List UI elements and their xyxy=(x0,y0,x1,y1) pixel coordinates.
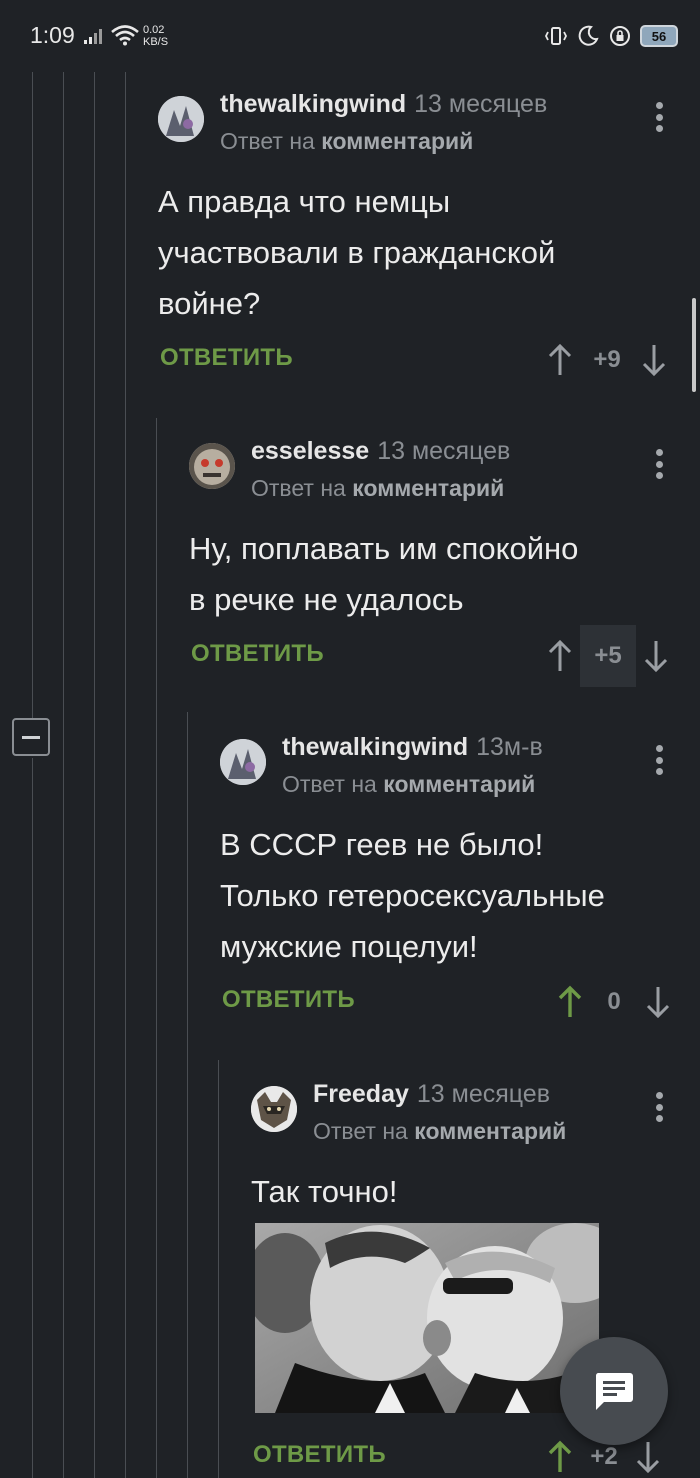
comment-fab-button[interactable] xyxy=(560,1337,668,1445)
comment-author[interactable]: Freeday 13 месяцев xyxy=(313,1080,550,1109)
score: +5 xyxy=(580,625,636,687)
score: +2 xyxy=(590,1443,618,1470)
more-menu-icon[interactable] xyxy=(655,1092,663,1122)
downvote-arrow-icon[interactable] xyxy=(640,342,668,378)
upvote-arrow-icon[interactable] xyxy=(546,638,574,674)
thread-line xyxy=(187,712,188,1478)
avatar[interactable] xyxy=(158,96,204,142)
downvote-arrow-icon[interactable] xyxy=(634,1439,662,1475)
reply-to-link[interactable]: комментарий xyxy=(414,1118,566,1144)
signal-icon xyxy=(84,29,102,44)
reply-to-link[interactable]: комментарий xyxy=(352,475,504,501)
moon-icon xyxy=(578,25,599,46)
author-name[interactable]: thewalkingwind xyxy=(282,733,468,761)
comment-author[interactable]: esselesse 13 месяцев xyxy=(251,437,510,466)
thread-line xyxy=(94,72,95,1478)
score: +9 xyxy=(593,346,621,373)
vote-controls: 0 xyxy=(556,982,672,1022)
more-menu-icon[interactable] xyxy=(655,449,663,479)
more-menu-icon[interactable] xyxy=(655,102,663,132)
status-time: 1:09 xyxy=(30,22,75,48)
reply-to-prefix: Ответ на xyxy=(251,475,346,501)
reply-to: Ответ на комментарий xyxy=(251,475,504,502)
reply-to-link[interactable]: комментарий xyxy=(321,128,473,154)
comment-line: А правда что немцы xyxy=(158,184,451,219)
comment-image[interactable] xyxy=(255,1223,599,1413)
comment-line: Так точно! xyxy=(251,1174,398,1209)
reply-to-link[interactable]: комментарий xyxy=(383,771,535,797)
reply-to-prefix: Ответ на xyxy=(220,128,315,154)
reply-button[interactable]: ОТВЕТИТЬ xyxy=(160,344,293,372)
comment-body: А правда что немцы участвовали в граждан… xyxy=(158,176,555,329)
status-icons: 56 xyxy=(544,22,678,50)
reply-to: Ответ на комментарий xyxy=(220,128,473,155)
thread-line xyxy=(32,72,33,718)
comment-author[interactable]: thewalkingwind 13м-в xyxy=(282,733,543,762)
author-name[interactable]: thewalkingwind xyxy=(220,90,406,118)
vote-controls: +9 xyxy=(546,340,668,380)
scrollbar[interactable] xyxy=(692,298,696,392)
comment-body: В СССР геев не было! Только гетеросексуа… xyxy=(220,819,605,972)
reply-to: Ответ на комментарий xyxy=(313,1118,566,1145)
comment-line: участвовали в гражданской xyxy=(158,235,556,270)
reply-to: Ответ на комментарий xyxy=(282,771,535,798)
upvote-arrow-icon[interactable] xyxy=(546,342,574,378)
reply-button[interactable]: ОТВЕТИТЬ xyxy=(253,1441,386,1469)
author-name[interactable]: esselesse xyxy=(251,437,369,465)
avatar[interactable] xyxy=(251,1086,297,1132)
reply-button[interactable]: ОТВЕТИТЬ xyxy=(191,640,324,668)
vote-controls: +5 xyxy=(546,625,670,687)
comment-line: Ну, поплавать им спокойно xyxy=(189,531,579,566)
comment-actions: ОТВЕТИТЬ 0 xyxy=(220,982,688,1022)
thread-line xyxy=(125,72,126,1478)
downvote-arrow-icon[interactable] xyxy=(644,984,672,1020)
comment-author[interactable]: thewalkingwind 13 месяцев xyxy=(220,90,547,119)
upvote-arrow-icon[interactable] xyxy=(546,1439,574,1475)
vibrate-icon xyxy=(544,27,568,45)
reply-to-prefix: Ответ на xyxy=(313,1118,408,1144)
wifi-icon xyxy=(111,25,139,46)
lock-rotation-icon xyxy=(610,26,630,46)
thread-line xyxy=(32,758,33,1478)
comment-line: В СССР геев не было! xyxy=(220,827,544,862)
author-name[interactable]: Freeday xyxy=(313,1080,409,1108)
collapse-thread-button[interactable] xyxy=(12,718,50,756)
network-speed-value: 0.02 xyxy=(143,24,165,36)
score: 0 xyxy=(607,988,621,1015)
comment-body: Ну, поплавать им спокойно в речке не уда… xyxy=(189,523,578,625)
network-speed-unit: KB/S xyxy=(143,36,169,48)
comment-icon xyxy=(595,1373,633,1410)
reply-to-prefix: Ответ на xyxy=(282,771,377,797)
comment-time: 13 месяцев xyxy=(414,90,548,118)
minus-icon xyxy=(22,735,40,739)
comment-line: в речке не удалось xyxy=(189,582,464,617)
network-speed: 0.02 KB/S xyxy=(143,24,168,48)
comment-body: Так точно! xyxy=(251,1166,398,1217)
comment-line: войне? xyxy=(158,286,261,321)
thread-line xyxy=(156,418,157,1478)
avatar[interactable] xyxy=(220,739,266,785)
comment-time: 13м-в xyxy=(476,733,543,761)
comment-time: 13 месяцев xyxy=(377,437,511,465)
comment-line: мужские поцелуи! xyxy=(220,929,478,964)
downvote-arrow-icon[interactable] xyxy=(642,638,670,674)
status-bar: 1:09 0.02 KB/S 56 xyxy=(0,0,700,72)
thread-line xyxy=(218,1060,219,1478)
more-menu-icon[interactable] xyxy=(655,745,663,775)
comment-actions: ОТВЕТИТЬ +5 xyxy=(189,625,688,687)
battery-icon: 56 xyxy=(640,25,678,47)
avatar[interactable] xyxy=(189,443,235,489)
comment-line: Только гетеросексуальные xyxy=(220,878,605,913)
comment-actions: ОТВЕТИТЬ +9 xyxy=(158,340,688,380)
thread-line xyxy=(63,72,64,1478)
upvote-arrow-icon[interactable] xyxy=(556,984,584,1020)
battery-level: 56 xyxy=(651,28,667,44)
reply-button[interactable]: ОТВЕТИТЬ xyxy=(222,986,355,1014)
comment-time: 13 месяцев xyxy=(416,1080,550,1108)
